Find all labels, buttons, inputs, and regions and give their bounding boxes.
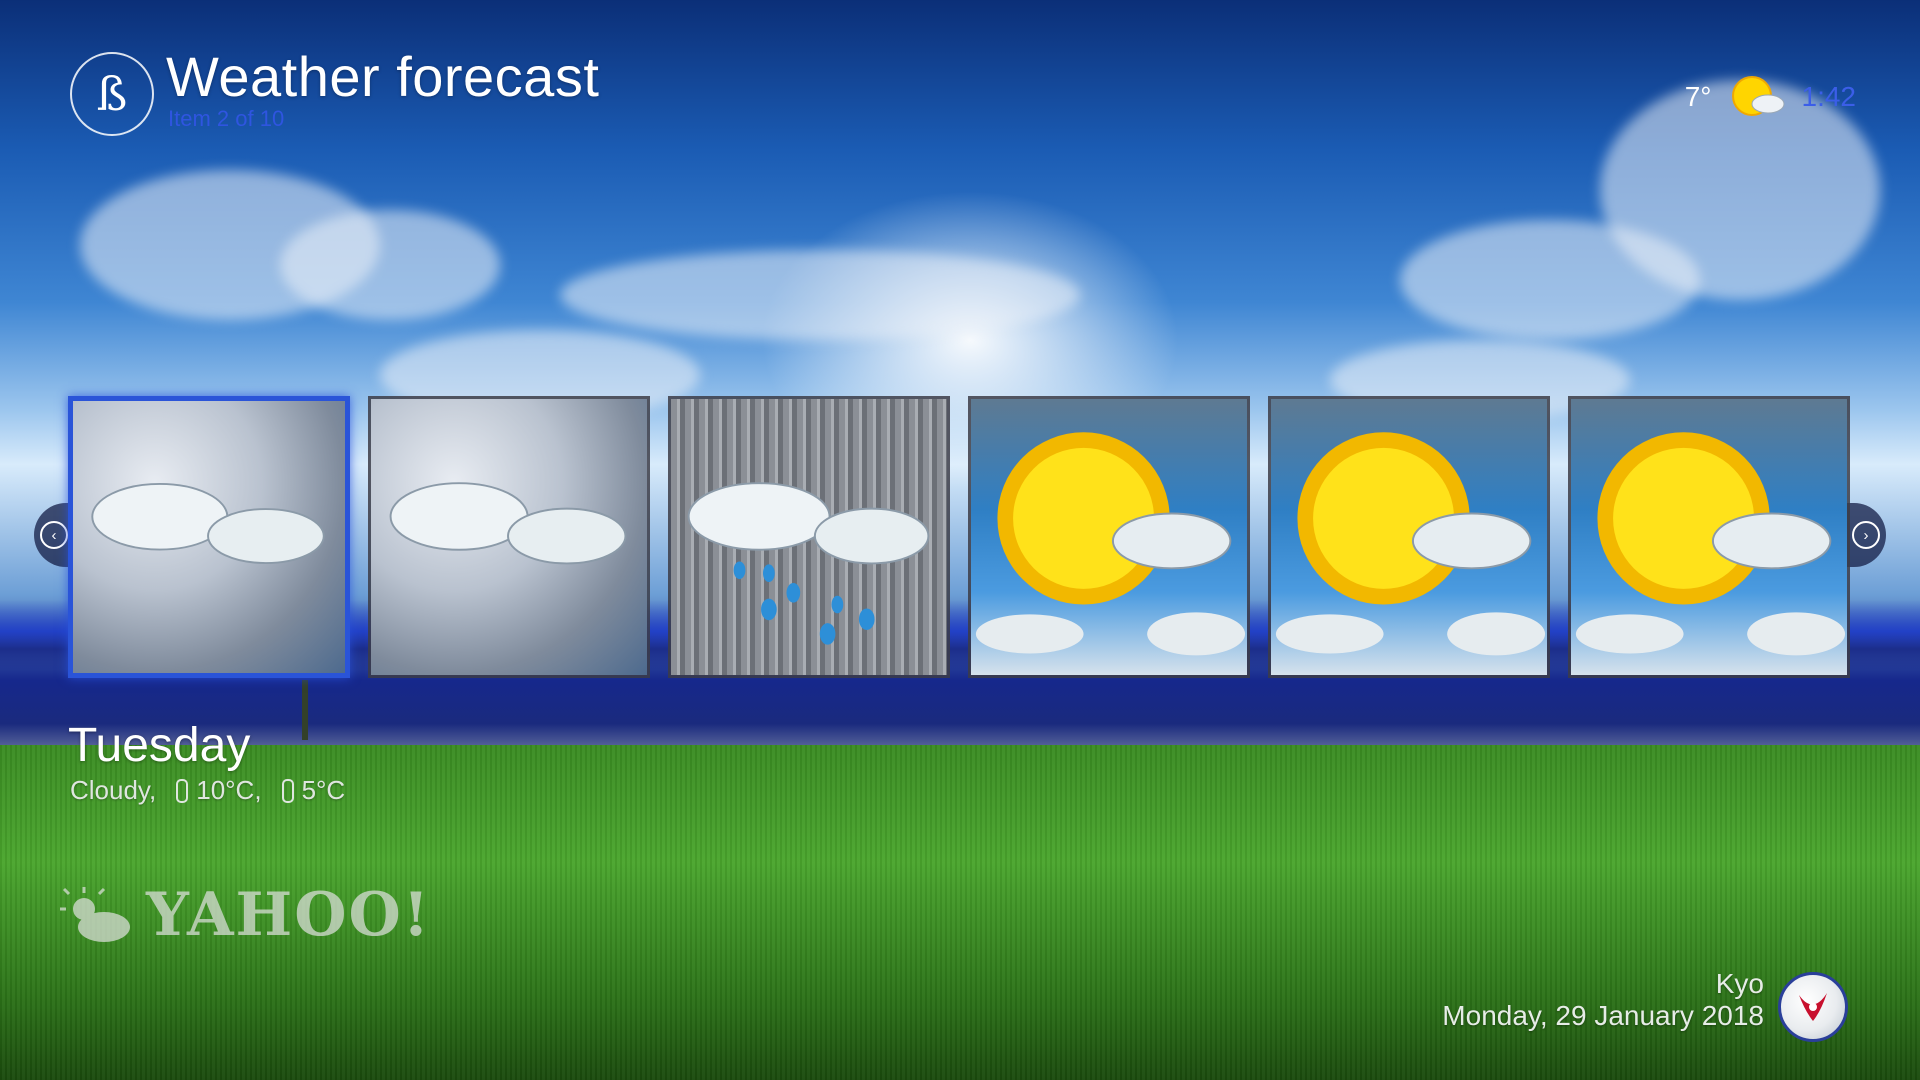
forecast-tile[interactable]: [368, 396, 650, 678]
item-counter: Item 2 of 10: [168, 106, 285, 131]
condition-text: Cloudy,: [70, 775, 157, 805]
partly-sunny-icon: [1731, 76, 1784, 116]
forecast-tile[interactable]: [668, 396, 950, 678]
footer-info: Kyo Monday, 29 January 2018: [1442, 968, 1764, 1032]
cloudy-icon: [91, 482, 325, 565]
partly-sunny-icon: [1575, 432, 1846, 656]
weather-screen: ß Weather forecast Item 2 of 10 7° 1:42 …: [0, 0, 1920, 1080]
forecast-carousel: [68, 396, 1852, 678]
thermometer-low-icon: [281, 778, 294, 803]
partly-sunny-icon: [1275, 432, 1546, 656]
rain-icon: [687, 482, 930, 645]
profile-avatar[interactable]: [1778, 972, 1848, 1042]
status-bar: 7° 1:42: [1685, 72, 1856, 122]
background-cloud: [280, 210, 500, 320]
current-date: Monday, 29 January 2018: [1442, 1000, 1764, 1031]
user-name: Kyo: [1715, 968, 1764, 999]
forecast-tile[interactable]: [1568, 396, 1850, 678]
current-temperature: 7°: [1684, 81, 1712, 112]
background-cloud: [560, 250, 1080, 340]
forecast-tile[interactable]: [968, 396, 1250, 678]
sun-cloud-icon: [60, 887, 130, 942]
thermometer-high-icon: [176, 778, 189, 803]
forecast-tile[interactable]: [1268, 396, 1550, 678]
bird-icon: [1799, 993, 1827, 1021]
forecast-tile[interactable]: [68, 396, 350, 678]
tree-silhouette: [302, 680, 308, 740]
cloudy-icon: [389, 482, 627, 565]
high-temperature: 10°C,: [196, 775, 262, 805]
low-temperature: 5°C: [301, 775, 346, 805]
next-button[interactable]: ›: [1846, 503, 1886, 567]
chevron-left-icon: ‹: [40, 521, 68, 549]
partly-sunny-icon: [975, 432, 1246, 656]
page-title: Weather forecast: [166, 45, 600, 108]
skin-logo: ß: [70, 52, 154, 136]
provider-name: YAHOO!: [146, 880, 432, 950]
chevron-right-icon: ›: [1852, 521, 1880, 549]
provider-logo: YAHOO!: [58, 880, 431, 950]
selected-details: Cloudy, 10°C, 5°C: [70, 775, 345, 806]
selected-day: Tuesday: [68, 719, 251, 772]
clock: 1:42: [1801, 81, 1857, 112]
